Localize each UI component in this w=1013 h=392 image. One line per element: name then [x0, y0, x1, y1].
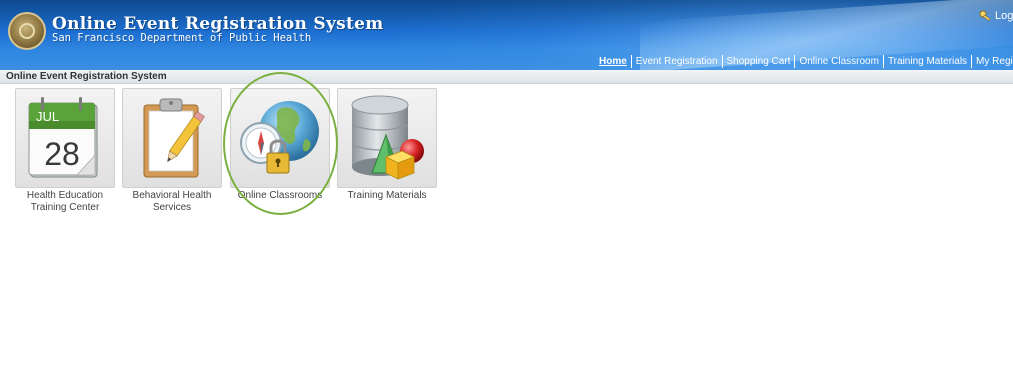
nav-training-materials[interactable]: Training Materials: [884, 56, 971, 67]
tile-online-classrooms[interactable]: Online Classrooms: [230, 88, 330, 202]
key-icon: [979, 10, 993, 22]
tile-icon-box[interactable]: [230, 88, 330, 188]
nav-shopping-cart[interactable]: Shopping Cart: [723, 56, 795, 67]
globe-lock-icon: [240, 101, 319, 174]
tile-icon-box[interactable]: [122, 88, 222, 188]
app-subtitle: San Francisco Department of Public Healt…: [52, 32, 312, 44]
nav-home[interactable]: Home: [599, 56, 631, 67]
tile-label-line: Training Materials: [347, 190, 427, 201]
tile-behavioral-health-services[interactable]: Behavioral Health Services: [122, 88, 222, 214]
tile-health-education-training-center[interactable]: JUL 28 Health Education Training Center: [15, 88, 115, 214]
tile-label-line: Training Center: [30, 202, 100, 213]
tile-label: Training Materials: [337, 190, 437, 202]
tile-label-line: Online Classrooms: [237, 190, 323, 201]
nav-my-registrations[interactable]: My Registrations: [972, 56, 1013, 67]
nav-event-registration[interactable]: Event Registration: [632, 56, 722, 67]
tile-icon-box[interactable]: JUL 28: [15, 88, 115, 188]
breadcrumb: Online Event Registration System: [0, 70, 1013, 84]
login-link[interactable]: Logi: [979, 10, 1013, 22]
tile-label: Behavioral Health Services: [122, 190, 222, 214]
city-seal-icon: [8, 12, 46, 50]
header-banner: Online Event Registration System San Fra…: [0, 0, 1013, 70]
tile-label: Health Education Training Center: [15, 190, 115, 214]
tile-label: Online Classrooms: [230, 190, 330, 202]
app-title: Online Event Registration System: [52, 14, 384, 34]
clipboard-icon: [143, 98, 205, 178]
calendar-day: 28: [44, 136, 80, 172]
tile-icon-box[interactable]: [337, 88, 437, 188]
database-icon: [351, 95, 424, 180]
tile-label-line: Behavioral Health: [132, 190, 212, 201]
calendar-month: JUL: [36, 109, 59, 124]
tile-label-line: Health Education: [26, 190, 104, 201]
nav-online-classroom[interactable]: Online Classroom: [795, 56, 882, 67]
top-nav: Home Event Registration Shopping Cart On…: [599, 54, 1013, 68]
calendar-icon: JUL 28: [28, 97, 98, 178]
login-label: Logi: [995, 10, 1013, 22]
tile-label-line: Services: [152, 202, 192, 213]
tile-training-materials[interactable]: Training Materials: [337, 88, 437, 202]
